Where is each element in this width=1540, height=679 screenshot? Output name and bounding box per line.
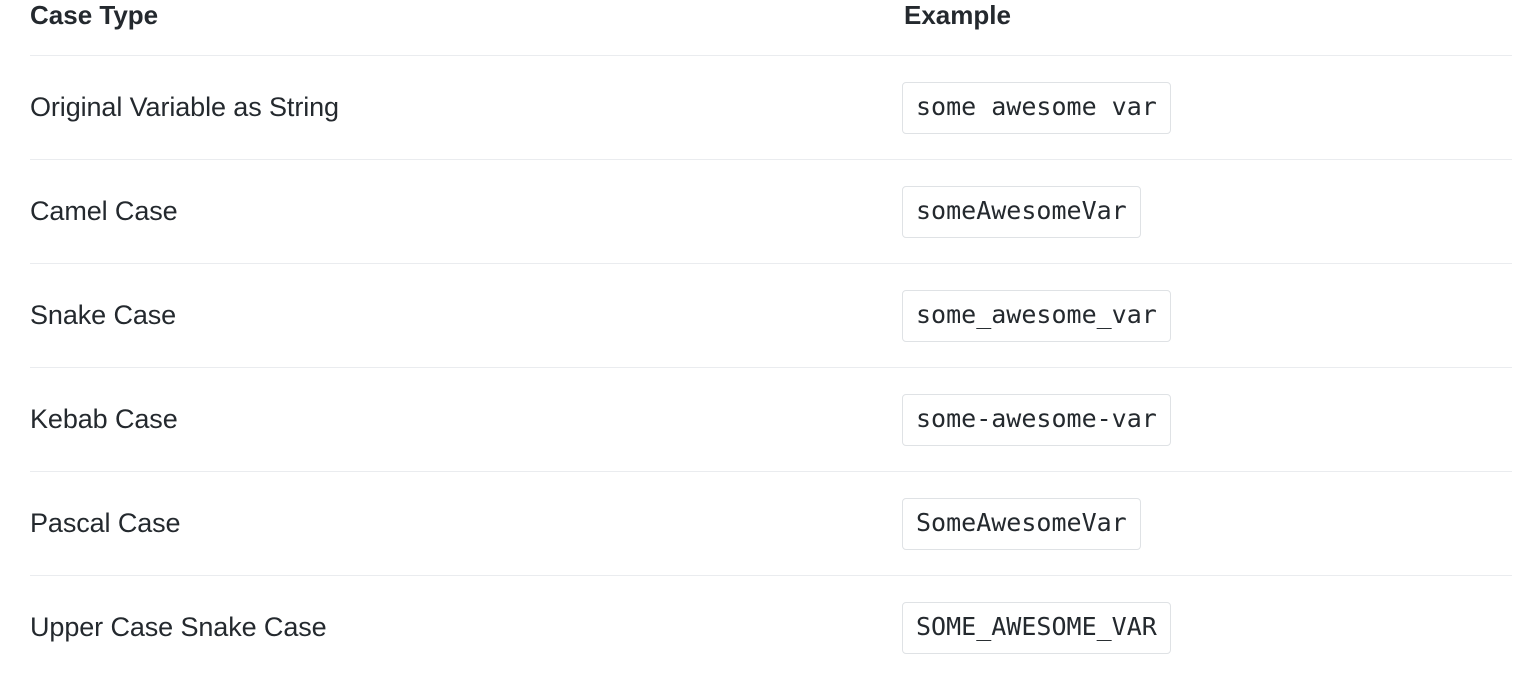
example-code-chip: SOME_AWESOME_VAR — [902, 601, 1171, 654]
case-type-label: Pascal Case — [30, 507, 181, 538]
example-code-chip: some awesome var — [902, 81, 1171, 134]
table-row: Kebab Case some-awesome-var — [30, 367, 1512, 472]
case-type-cell: Snake Case — [30, 264, 902, 368]
example-cell: some-awesome-var — [902, 368, 1512, 472]
column-header-example: Example — [904, 0, 1011, 30]
table-header-row: Case Type Example — [30, 0, 1512, 56]
case-type-label: Kebab Case — [30, 403, 178, 434]
case-type-label: Snake Case — [30, 299, 177, 330]
table-row: Pascal Case SomeAwesomeVar — [30, 471, 1512, 576]
case-type-label: Original Variable as String — [30, 91, 339, 122]
example-code-chip: SomeAwesomeVar — [902, 497, 1141, 550]
example-code-chip: someAwesomeVar — [902, 185, 1141, 238]
example-code-chip: some_awesome_var — [902, 289, 1171, 342]
example-cell: SOME_AWESOME_VAR — [902, 576, 1512, 679]
case-type-cell: Camel Case — [30, 160, 902, 264]
example-code-chip: some-awesome-var — [902, 393, 1171, 446]
case-type-label: Upper Case Snake Case — [30, 611, 327, 642]
example-cell: some_awesome_var — [902, 264, 1512, 368]
case-type-cell: Kebab Case — [30, 368, 902, 472]
case-type-cell: Pascal Case — [30, 472, 902, 576]
case-type-cell: Original Variable as String — [30, 56, 902, 160]
table-row: Snake Case some_awesome_var — [30, 263, 1512, 368]
table-body: Original Variable as String some awesome… — [30, 55, 1512, 679]
case-type-table: Case Type Example Original Variable as S… — [30, 0, 1512, 679]
case-type-cell: Upper Case Snake Case — [30, 576, 902, 679]
table-row: Camel Case someAwesomeVar — [30, 159, 1512, 264]
column-header-case-type: Case Type — [30, 0, 159, 30]
table-row: Original Variable as String some awesome… — [30, 55, 1512, 160]
case-type-label: Camel Case — [30, 195, 178, 226]
table-row: Upper Case Snake Case SOME_AWESOME_VAR — [30, 575, 1512, 679]
example-cell: SomeAwesomeVar — [902, 472, 1512, 576]
example-cell: someAwesomeVar — [902, 160, 1512, 264]
example-cell: some awesome var — [902, 56, 1512, 160]
table-header: Case Type Example — [30, 0, 1512, 56]
